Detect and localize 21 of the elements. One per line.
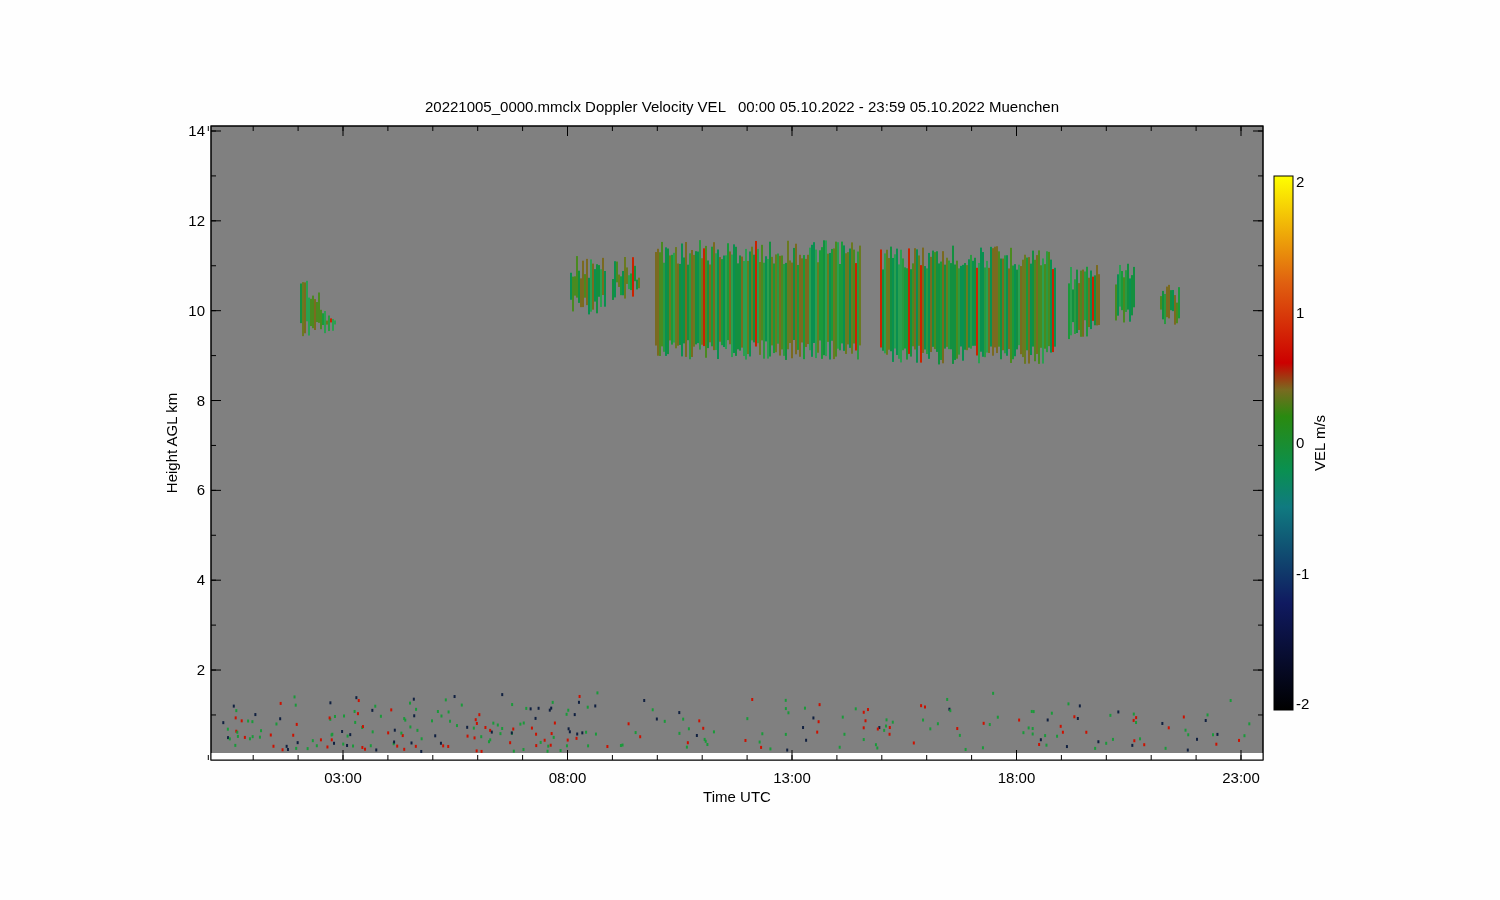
- tick-label: 10: [188, 301, 205, 319]
- x-axis-label: Time UTC: [703, 788, 771, 805]
- y-axis-label: Height AGL km: [163, 392, 180, 494]
- tick-label: 18:00: [997, 769, 1036, 786]
- colorbar-tick-label: 2: [1296, 173, 1305, 190]
- tick-label: 08:00: [548, 769, 587, 786]
- colorbar-label: VEL m/s: [1311, 414, 1328, 472]
- tick-label: 4: [196, 571, 205, 589]
- tick-label: 6: [196, 481, 205, 499]
- tick-label: 13:00: [773, 769, 811, 786]
- tick-label: 8: [196, 391, 205, 409]
- tick-label: 2: [196, 661, 205, 679]
- colorbar-tick-label: 0: [1296, 434, 1305, 451]
- colorbar-tick-label: -1: [1296, 564, 1310, 582]
- tick-label: 14: [188, 122, 205, 139]
- plot-title: 20221005_0000.mmclx Doppler Velocity VEL 00:00 05.10.2022 - 23:59 05.10.2022 Muenchen: [424, 98, 1060, 115]
- tick-label: 23:00: [1222, 769, 1260, 786]
- colorbar-tick-label: 1: [1296, 303, 1305, 321]
- colorbar-tick-label: -2: [1296, 695, 1310, 712]
- tick-label: 12: [188, 211, 205, 229]
- tick-label: 03:00: [324, 769, 362, 786]
